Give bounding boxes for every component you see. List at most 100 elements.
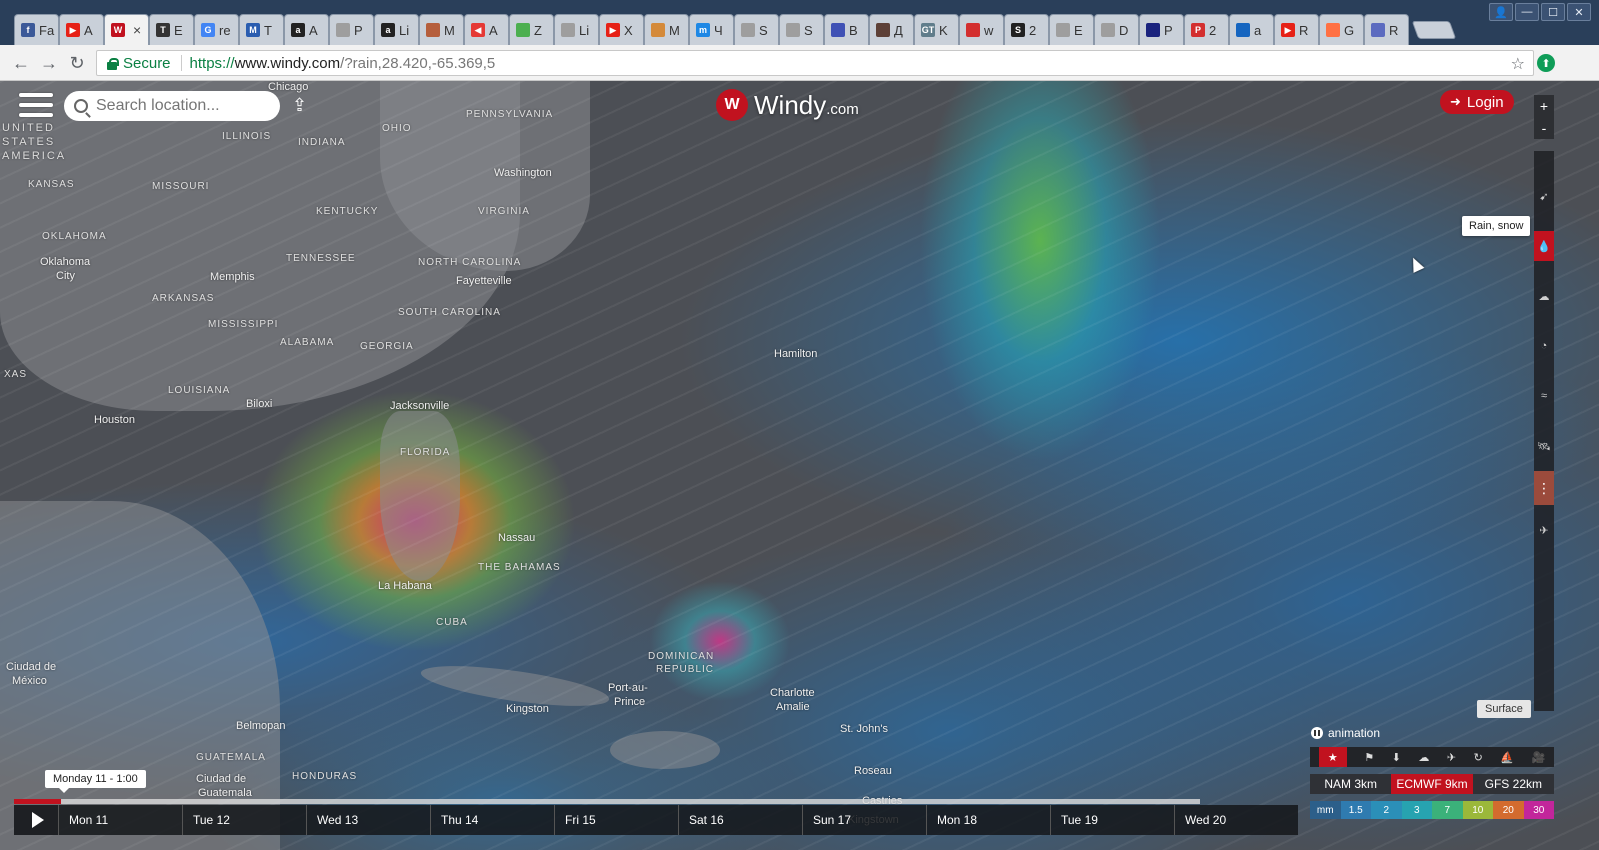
- more-overlays-icon[interactable]: ⋮: [1534, 471, 1554, 505]
- browser-tab[interactable]: a: [1229, 14, 1274, 45]
- browser-tab[interactable]: D: [1094, 14, 1139, 45]
- pressure-overlay-icon[interactable]: ◔: [1534, 321, 1554, 371]
- browser-tab[interactable]: S2: [1004, 14, 1049, 45]
- browser-tab[interactable]: a Li: [374, 14, 419, 45]
- browser-tab[interactable]: S: [779, 14, 824, 45]
- arrow-down-icon[interactable]: ⬇: [1392, 751, 1401, 764]
- browser-tab[interactable]: aA: [284, 14, 329, 45]
- zoom-out-button[interactable]: -: [1542, 120, 1547, 136]
- zoom-in-button[interactable]: +: [1540, 98, 1548, 114]
- play-button[interactable]: [14, 805, 58, 835]
- weather-map[interactable]: UNITED STATES AMERICA Chicago OHIO PENNSYL…: [0, 81, 1599, 850]
- browser-tab[interactable]: Д: [869, 14, 914, 45]
- extension-icon[interactable]: ⬆: [1537, 54, 1555, 72]
- browser-tab[interactable]: M: [419, 14, 464, 45]
- browser-tab[interactable]: W ×: [104, 14, 149, 45]
- browser-tab[interactable]: GT K: [914, 14, 959, 45]
- timeline-day[interactable]: Mon 18: [926, 805, 1050, 835]
- region-label: XAS: [4, 369, 28, 380]
- browser-tab[interactable]: R: [1364, 14, 1409, 45]
- timeline-day[interactable]: Fri 15: [554, 805, 678, 835]
- surface-level-button[interactable]: Surface: [1477, 700, 1531, 718]
- browser-tab[interactable]: ◀ A: [464, 14, 509, 45]
- browser-tab[interactable]: mЧ: [689, 14, 734, 45]
- search-box[interactable]: [64, 91, 280, 121]
- login-button[interactable]: ➜ Login: [1440, 90, 1514, 114]
- browser-tab[interactable]: MT: [239, 14, 284, 45]
- animation-toggle[interactable]: animation: [1311, 726, 1380, 740]
- search-input[interactable]: [96, 97, 266, 115]
- camera-icon[interactable]: 🎥: [1531, 751, 1545, 764]
- timeline-progress-fill[interactable]: [14, 799, 62, 804]
- bookmark-star-icon[interactable]: ☆: [1511, 54, 1525, 74]
- timeline-day[interactable]: Thu 14: [430, 805, 554, 835]
- tab-title: R: [1299, 22, 1309, 38]
- browser-tab[interactable]: Li: [554, 14, 599, 45]
- tab-favicon-icon: P: [1191, 23, 1205, 37]
- timeline-day[interactable]: Tue 12: [182, 805, 306, 835]
- timeline-day[interactable]: Mon 11: [58, 805, 182, 835]
- browser-tab[interactable]: TE: [149, 14, 194, 45]
- clouds-overlay-icon[interactable]: ☁: [1534, 271, 1554, 321]
- browser-tab[interactable]: Gre: [194, 14, 239, 45]
- rotate-icon[interactable]: ↻: [1474, 751, 1483, 764]
- reload-button[interactable]: ↻: [66, 52, 88, 74]
- rain-overlay-icon[interactable]: 💧: [1534, 231, 1554, 261]
- plane-icon[interactable]: ✈: [1447, 751, 1456, 764]
- wind-overlay-icon[interactable]: ➹: [1534, 171, 1554, 221]
- model-option[interactable]: ECMWF 9km: [1391, 774, 1473, 794]
- timeline-day[interactable]: Wed 13: [306, 805, 430, 835]
- maximize-button[interactable]: ☐: [1541, 3, 1565, 21]
- browser-tab[interactable]: f Fa: [14, 14, 59, 45]
- model-option[interactable]: GFS 22km: [1472, 774, 1554, 794]
- tab-title: X: [624, 22, 633, 38]
- favorites-icon[interactable]: ★: [1318, 747, 1347, 767]
- cloud-icon[interactable]: ☁: [1418, 751, 1429, 764]
- browser-tab[interactable]: ▶ X: [599, 14, 644, 45]
- satellite-overlay-icon[interactable]: 🛰: [1534, 421, 1554, 471]
- browser-tab[interactable]: Z: [509, 14, 554, 45]
- airport-overlay-icon[interactable]: ✈: [1534, 505, 1554, 555]
- back-button[interactable]: ←: [10, 52, 32, 74]
- timeline-day[interactable]: Sun 17: [802, 805, 926, 835]
- browser-tab[interactable]: S: [734, 14, 779, 45]
- browser-tab[interactable]: ▶ A: [59, 14, 104, 45]
- tab-title: R: [1389, 22, 1399, 38]
- forward-button[interactable]: →: [38, 52, 60, 74]
- tab-title: G: [1344, 22, 1355, 38]
- timeline-day[interactable]: Sat 16: [678, 805, 802, 835]
- city-label: Oklahoma: [40, 256, 91, 268]
- browser-tab[interactable]: B: [824, 14, 869, 45]
- browser-tab[interactable]: P2: [1184, 14, 1229, 45]
- search-icon: [74, 99, 88, 113]
- waves-overlay-icon[interactable]: ≈: [1534, 371, 1554, 421]
- hamburger-menu-icon[interactable]: [19, 93, 53, 119]
- region-label: VIRGINIA: [478, 206, 530, 217]
- city-label: Fayetteville: [456, 275, 512, 287]
- browser-tab[interactable]: w: [959, 14, 1004, 45]
- flag-icon[interactable]: ⚑: [1364, 751, 1374, 764]
- minimize-button[interactable]: —: [1515, 3, 1539, 21]
- model-option[interactable]: NAM 3km: [1310, 774, 1392, 794]
- close-window-button[interactable]: ✕: [1567, 3, 1591, 21]
- browser-tab[interactable]: ▶ R: [1274, 14, 1319, 45]
- profile-button[interactable]: 👤: [1489, 3, 1513, 21]
- timeline-progress-track[interactable]: [14, 799, 1200, 804]
- windy-logo[interactable]: W Windy.com: [716, 89, 859, 121]
- browser-tab[interactable]: G: [1319, 14, 1364, 45]
- tab-favicon-icon: S: [1011, 23, 1025, 37]
- browser-tab[interactable]: P: [329, 14, 374, 45]
- timeline-day[interactable]: Wed 20: [1174, 805, 1298, 835]
- timeline-day[interactable]: Tue 19: [1050, 805, 1174, 835]
- tab-title: Fa: [39, 22, 55, 38]
- city-label: Biloxi: [246, 398, 273, 410]
- new-tab-button[interactable]: [1411, 21, 1457, 39]
- windsock-icon[interactable]: ⛵: [1500, 751, 1514, 764]
- share-icon[interactable]: ⇪: [292, 95, 314, 115]
- city-label: Ciudad de: [196, 773, 247, 785]
- browser-tab[interactable]: M: [644, 14, 689, 45]
- tab-close-icon[interactable]: ×: [133, 22, 141, 38]
- browser-tab[interactable]: P: [1139, 14, 1184, 45]
- address-bar[interactable]: Secure https:// www.windy.com /?rain,28.…: [96, 50, 1534, 76]
- browser-tab[interactable]: E: [1049, 14, 1094, 45]
